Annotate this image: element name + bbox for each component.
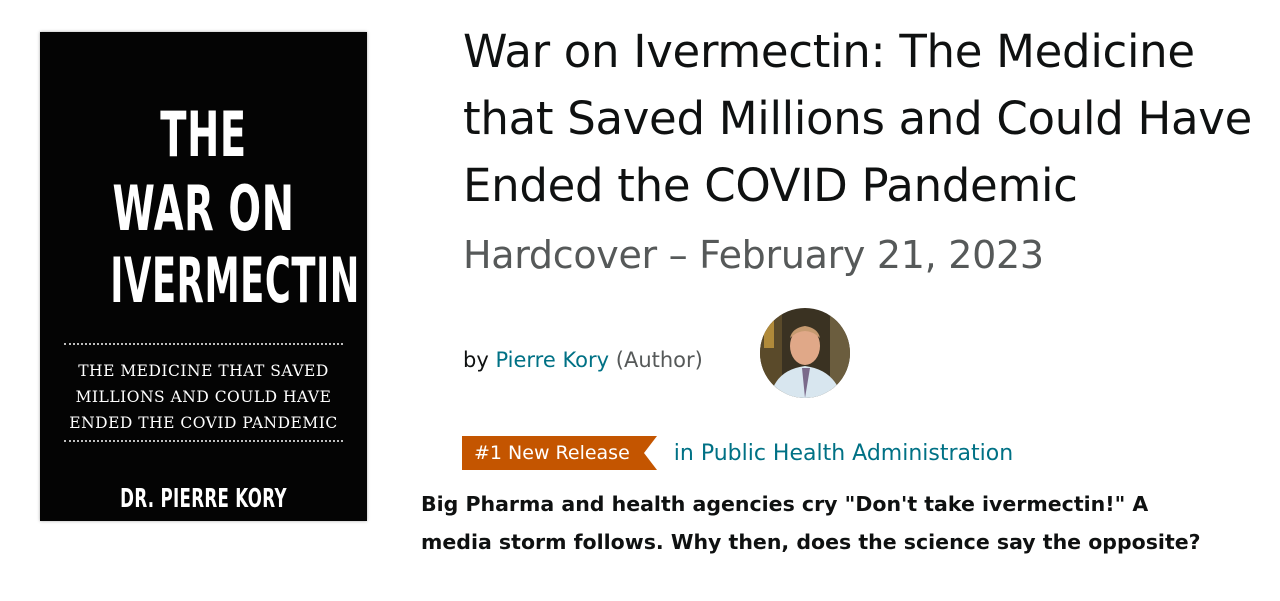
byline-prefix: by: [463, 348, 489, 372]
cover-subtitle-line-3: ENDED THE COVID PANDEMIC: [69, 414, 338, 432]
product-title: War on Ivermectin: The Medicine that Sav…: [463, 18, 1263, 289]
book-cover-image[interactable]: THE WAR ON IVERMECTIN THE MEDICINE THAT …: [40, 32, 367, 521]
cover-title-line-1: THE: [160, 98, 247, 171]
author-photo-icon: [760, 308, 850, 398]
cover-divider-top: [64, 343, 343, 345]
product-title-text: War on Ivermectin: The Medicine that Sav…: [463, 25, 1252, 212]
category-link[interactable]: in Public Health Administration: [674, 441, 1013, 466]
author-avatar[interactable]: [760, 308, 850, 398]
cover-divider-bottom: [64, 440, 343, 442]
author-role: (Author): [615, 348, 703, 372]
cover-subtitle: THE MEDICINE THAT SAVED MILLIONS AND COU…: [40, 358, 367, 436]
cover-title-line-3: IVERMECTIN: [110, 244, 360, 317]
cover-title-line-2: WAR ON: [112, 172, 295, 245]
author-link[interactable]: Pierre Kory: [495, 348, 609, 372]
best-seller-row: #1 New Release in Public Health Administ…: [462, 436, 1013, 470]
cover-author: DR. PIERRE KORY: [120, 484, 287, 514]
new-release-badge[interactable]: #1 New Release: [462, 436, 657, 470]
byline: by Pierre Kory (Author): [463, 348, 703, 372]
cover-subtitle-line-1: THE MEDICINE THAT SAVED: [78, 362, 329, 380]
product-format: Hardcover – February 21, 2023: [463, 233, 1044, 277]
cover-subtitle-line-2: MILLIONS AND COULD HAVE: [75, 388, 332, 406]
product-description: Big Pharma and health agencies cry "Don'…: [421, 492, 1201, 554]
